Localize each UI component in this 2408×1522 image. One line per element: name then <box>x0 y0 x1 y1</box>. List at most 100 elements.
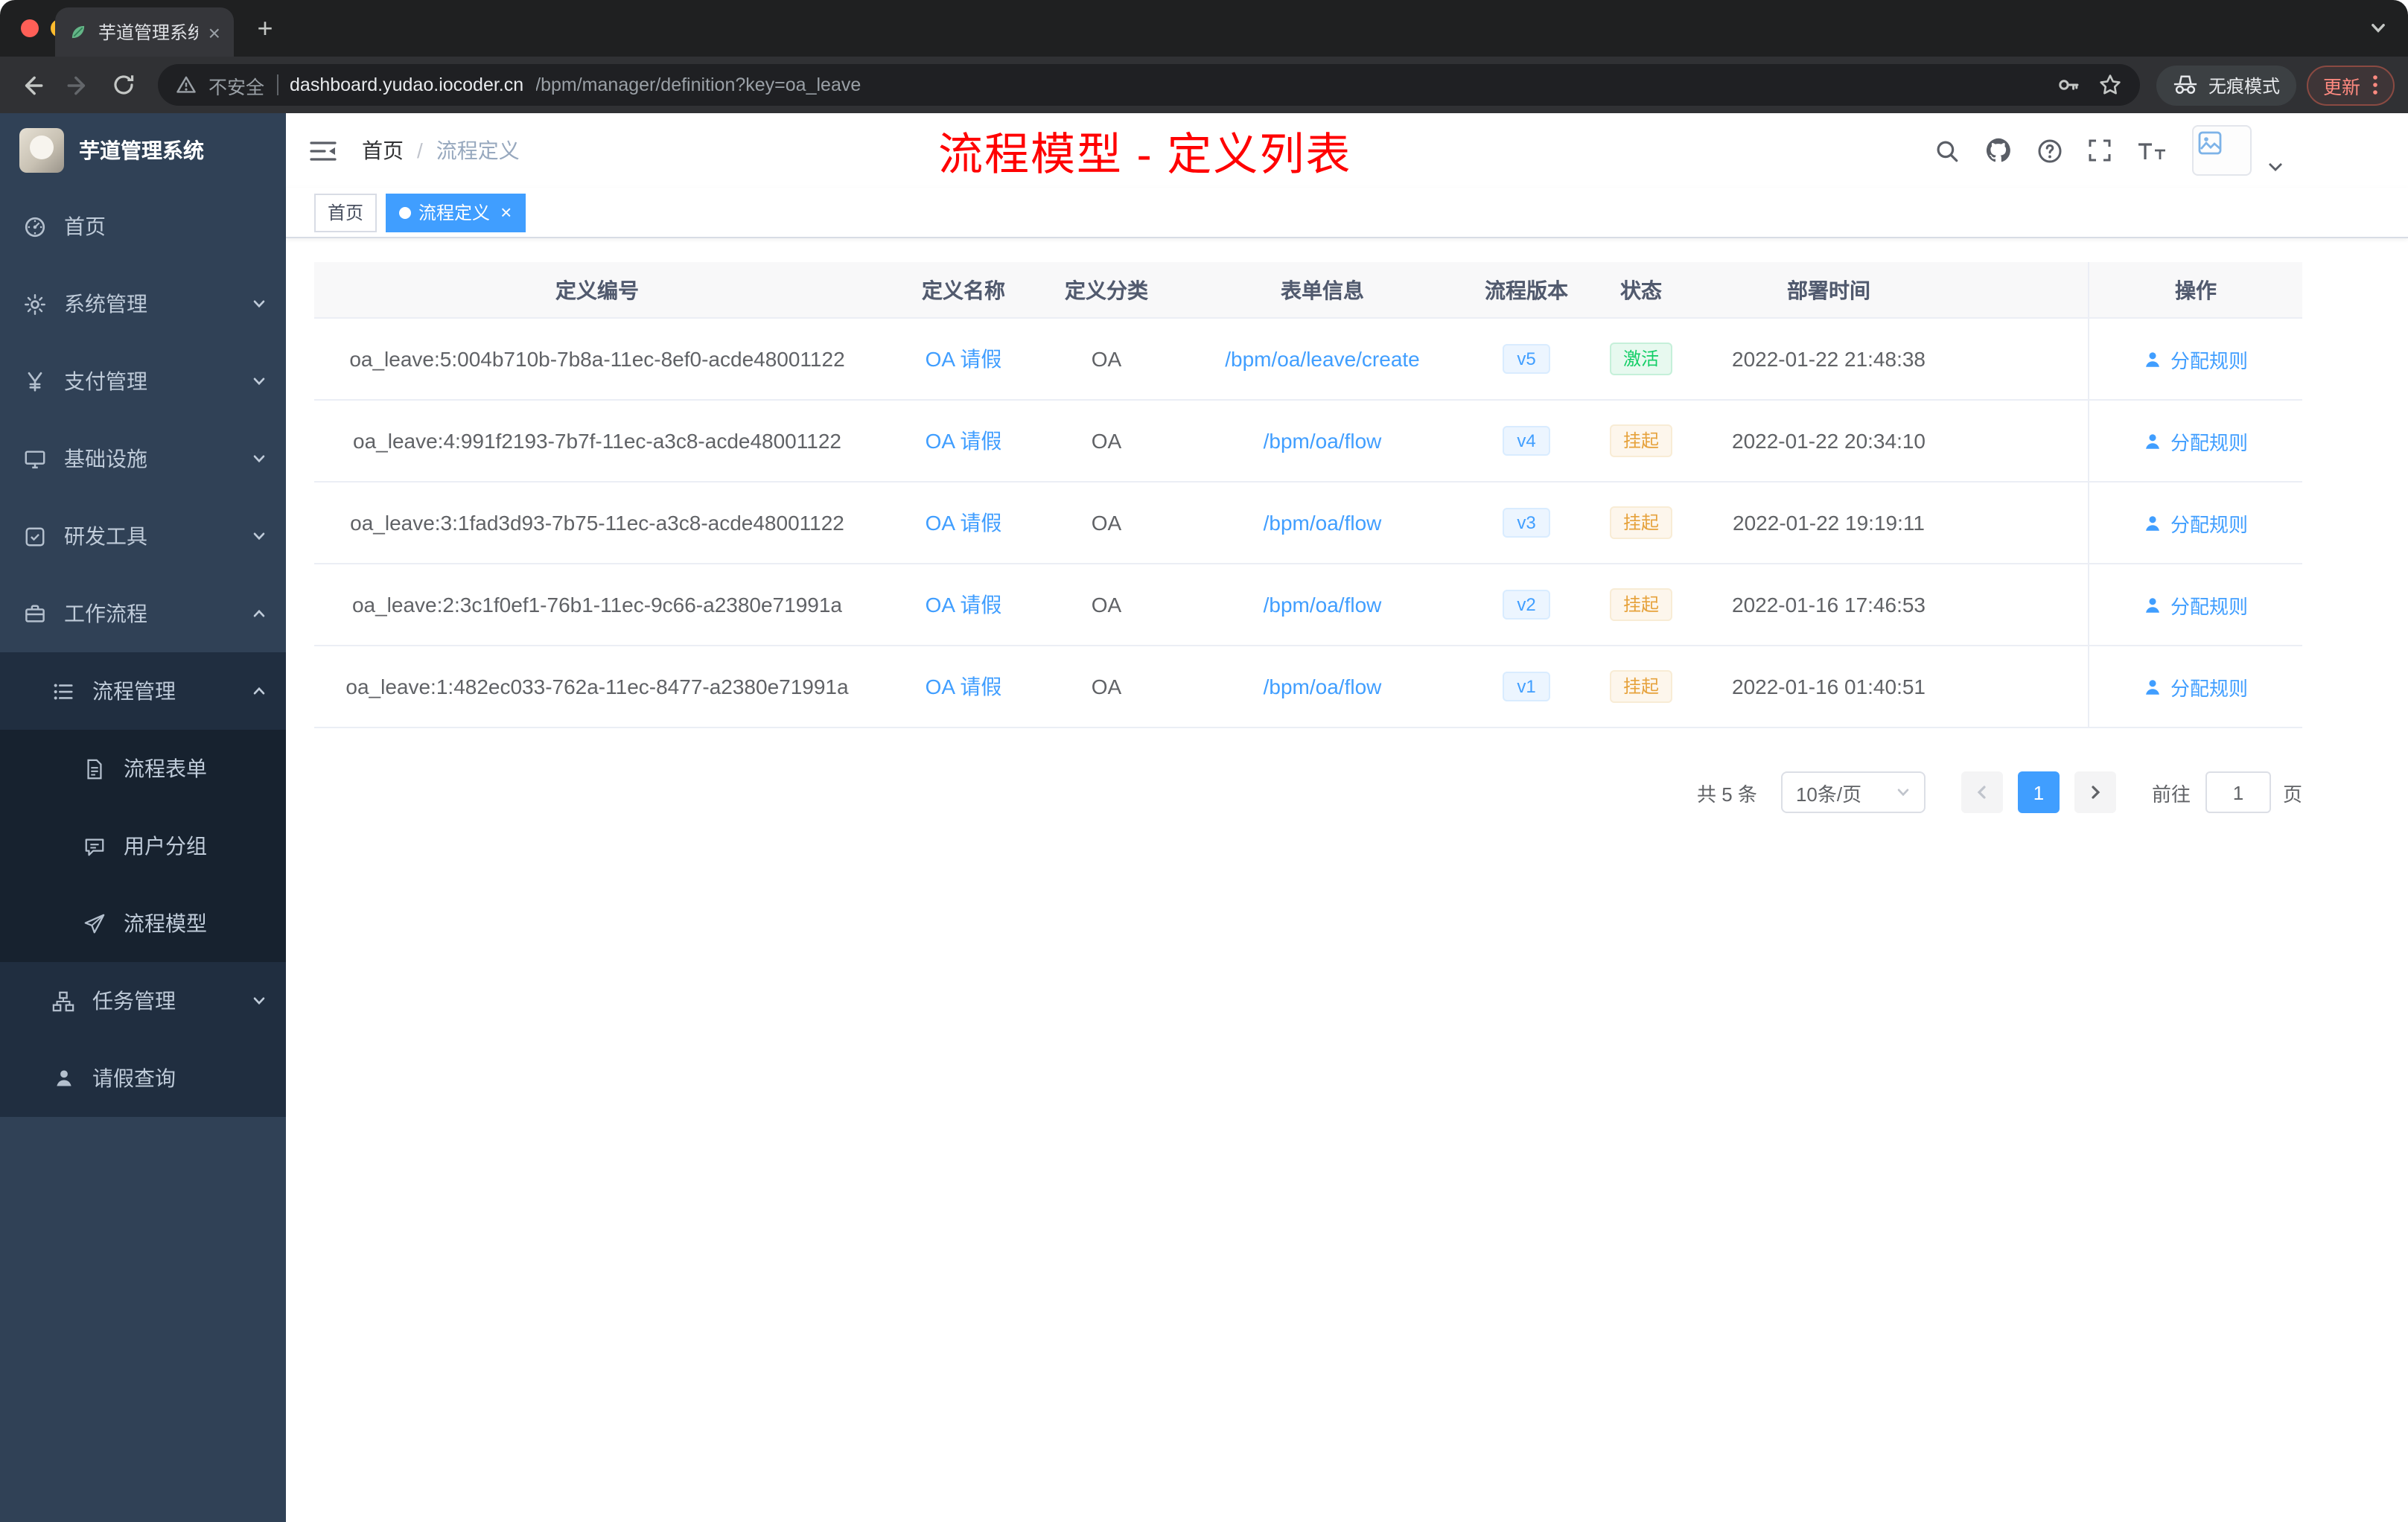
table-row: oa_leave:3:1fad3d93-7b75-11ec-a3c8-acde4… <box>314 483 2302 564</box>
sidebar-item-leave-query[interactable]: 请假查询 <box>0 1039 286 1117</box>
definition-table: 定义编号 定义名称 定义分类 表单信息 流程版本 状态 部署时间 操作 oa_l… <box>314 262 2302 728</box>
column-header: 表单信息 <box>1281 278 1364 302</box>
column-header: 定义分类 <box>1065 278 1148 302</box>
definition-name-link[interactable]: OA 请假 <box>926 508 1002 538</box>
next-page-button[interactable] <box>2074 771 2116 813</box>
assign-rule-link[interactable]: 分配规则 <box>2144 509 2248 537</box>
chevron-down-icon <box>252 451 267 466</box>
tag-process-definition[interactable]: 流程定义 × <box>386 193 526 232</box>
form-link[interactable]: /bpm/oa/flow <box>1264 675 1382 698</box>
tab-close-icon[interactable]: × <box>208 22 220 42</box>
update-label: 更新 <box>2322 77 2360 98</box>
assign-rule-link[interactable]: 分配规则 <box>2144 427 2248 455</box>
form-link[interactable]: /bpm/oa/leave/create <box>1225 347 1420 371</box>
column-header: 定义名称 <box>922 278 1005 302</box>
incognito-badge: 无痕模式 <box>2156 65 2296 105</box>
new-tab-button[interactable]: + <box>249 12 281 45</box>
sidebar-item-home[interactable]: 首页 <box>0 188 286 265</box>
user-avatar[interactable] <box>2192 125 2252 176</box>
form-link[interactable]: /bpm/oa/flow <box>1264 511 1382 535</box>
broken-image-icon <box>2198 131 2222 155</box>
sidebar-item-process-management[interactable]: 流程管理 <box>0 652 286 730</box>
sidebar-item-label: 工作流程 <box>64 602 147 625</box>
deploy-time: 2022-01-16 17:46:53 <box>1732 593 1926 617</box>
definition-name-link[interactable]: OA 请假 <box>926 590 1002 620</box>
chevron-up-icon <box>252 684 267 698</box>
sidebar-item-label: 任务管理 <box>92 989 176 1013</box>
font-size-icon[interactable] <box>2137 139 2167 162</box>
search-icon[interactable] <box>1934 138 1960 163</box>
definition-category: OA <box>1091 429 1122 453</box>
list-icon <box>51 680 76 702</box>
sidebar-item-label: 流程管理 <box>92 679 176 703</box>
sidebar-item-label: 研发工具 <box>64 524 147 548</box>
sidebar-item-process-model[interactable]: 流程模型 <box>0 885 286 962</box>
bookmark-star-icon[interactable] <box>2098 73 2122 97</box>
forward-button[interactable] <box>60 67 95 103</box>
browser-tab[interactable]: 芋道管理系统 × <box>55 7 234 57</box>
sidebar-item-payment[interactable]: 支付管理 <box>0 343 286 420</box>
reload-button[interactable] <box>106 67 141 103</box>
goto-page-input[interactable] <box>2205 771 2271 813</box>
sidebar-item-infrastructure[interactable]: 基础设施 <box>0 420 286 497</box>
caret-down-icon[interactable] <box>2268 162 2283 171</box>
sidebar-item-label: 首页 <box>64 214 106 238</box>
form-link[interactable]: /bpm/oa/flow <box>1264 429 1382 453</box>
definition-id: oa_leave:5:004b710b-7b8a-11ec-8ef0-acde4… <box>349 347 845 371</box>
column-header: 部署时间 <box>1787 278 1870 302</box>
sidebar-item-label: 基础设施 <box>64 447 147 471</box>
sidebar-item-process-form[interactable]: 流程表单 <box>0 730 286 807</box>
help-icon[interactable] <box>2037 138 2063 163</box>
page-number-1[interactable]: 1 <box>2017 771 2060 813</box>
deploy-time: 2022-01-22 21:48:38 <box>1732 347 1926 371</box>
update-chip[interactable]: 更新 <box>2306 65 2395 105</box>
definition-name-link[interactable]: OA 请假 <box>926 672 1002 701</box>
app-title: 芋道管理系统 <box>79 138 204 162</box>
sidebar-item-label: 流程表单 <box>124 757 207 780</box>
omnibox-divider <box>276 74 278 95</box>
assign-rule-link[interactable]: 分配规则 <box>2144 345 2248 373</box>
warning-triangle-icon <box>176 74 197 95</box>
browser-window: 芋道管理系统 × + 不安全 dashboard.yudao.iocoder.c… <box>0 0 2408 1522</box>
prev-page-button[interactable] <box>1961 771 2003 813</box>
security-label: 不安全 <box>208 77 265 98</box>
version-badge: v4 <box>1502 426 1551 456</box>
gear-icon <box>22 293 48 315</box>
sidebar-item-user-group[interactable]: 用户分组 <box>0 807 286 885</box>
content: 定义编号 定义名称 定义分类 表单信息 流程版本 状态 部署时间 操作 oa_l… <box>286 238 2408 813</box>
sidebar-item-workflow[interactable]: 工作流程 <box>0 575 286 652</box>
assign-rule-link[interactable]: 分配规则 <box>2144 590 2248 619</box>
back-button[interactable] <box>13 67 49 103</box>
tab-search-chevron-icon[interactable] <box>2369 19 2387 37</box>
definition-name-link[interactable]: OA 请假 <box>926 426 1002 456</box>
breadcrumb-current: 流程定义 <box>436 138 520 162</box>
column-header-filler <box>1949 262 2088 317</box>
fullscreen-icon[interactable] <box>2088 138 2112 162</box>
key-icon[interactable] <box>2057 73 2080 97</box>
github-icon[interactable] <box>1985 137 2012 164</box>
tag-home[interactable]: 首页 <box>314 193 378 232</box>
close-window-button[interactable] <box>21 19 39 37</box>
chevron-down-icon <box>252 296 267 311</box>
breadcrumb: 首页 / 流程定义 <box>362 136 520 165</box>
page-size-select[interactable]: 10条/页 <box>1780 771 1926 813</box>
more-vert-icon[interactable] <box>2372 74 2378 95</box>
assign-rule-link[interactable]: 分配规则 <box>2144 672 2248 701</box>
sidebar-item-dev-tools[interactable]: 研发工具 <box>0 497 286 575</box>
sidebar-item-system[interactable]: 系统管理 <box>0 265 286 343</box>
sidebar-item-task-management[interactable]: 任务管理 <box>0 962 286 1039</box>
main-area: 首页 / 流程定义 流程模型 - 定义列表 首页 流程定义 × 定义编号 定义名… <box>286 113 2408 1522</box>
sidebar-logo[interactable]: 芋道管理系统 <box>0 113 286 188</box>
filler-cell <box>1949 401 2088 481</box>
tag-close-icon[interactable]: × <box>500 203 512 222</box>
app-header: 首页 / 流程定义 流程模型 - 定义列表 <box>286 113 2408 188</box>
breadcrumb-home[interactable]: 首页 <box>362 136 404 165</box>
filler-cell <box>1949 564 2088 645</box>
form-link[interactable]: /bpm/oa/flow <box>1264 593 1382 617</box>
sidebar-toggle-icon[interactable] <box>310 139 337 162</box>
column-header: 状态 <box>1620 278 1662 302</box>
definition-name-link[interactable]: OA 请假 <box>926 344 1002 374</box>
table-row: oa_leave:2:3c1f0ef1-76b1-11ec-9c66-a2380… <box>314 564 2302 646</box>
status-badge: 挂起 <box>1609 424 1672 457</box>
address-bar[interactable]: 不安全 dashboard.yudao.iocoder.cn /bpm/mana… <box>158 64 2140 106</box>
